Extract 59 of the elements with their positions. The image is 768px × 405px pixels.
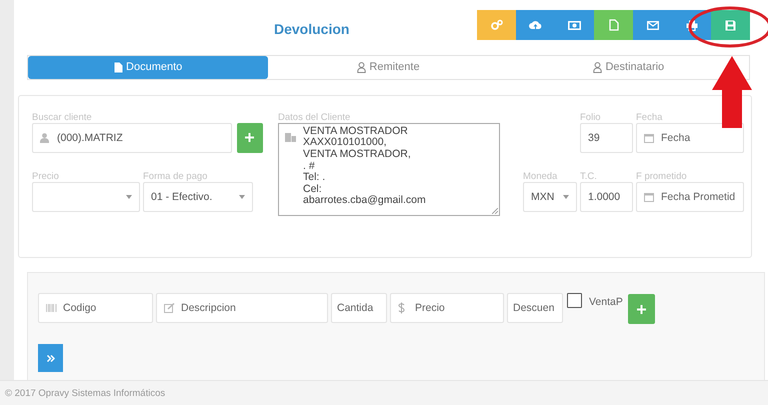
calendar-icon	[644, 192, 654, 202]
client-data-field[interactable]: VENTA MOSTRADOR XAXX010101000, VENTA MOSTRADOR, . # Tel: . Cel: abarrotes.cba@gmail.com	[278, 122, 500, 216]
money-icon	[568, 20, 581, 30]
user-icon	[593, 62, 602, 73]
upload-button[interactable]	[516, 10, 555, 40]
caret-icon	[239, 194, 245, 199]
save-icon	[725, 20, 736, 30]
checkbox-label: VentaP	[589, 296, 623, 308]
caret-icon	[563, 194, 569, 199]
item-field[interactable]: Precio	[390, 293, 504, 324]
cloud-upload-icon	[529, 20, 542, 30]
document-button[interactable]	[594, 10, 633, 40]
file-icon	[114, 62, 124, 73]
money-button[interactable]	[555, 10, 594, 40]
item-field[interactable]: Descripcion	[156, 293, 328, 324]
field-label: Folio	[580, 112, 602, 123]
item-field[interactable]: Codigo	[38, 293, 153, 324]
payment-dropdown[interactable]: 01 - Efectivo.	[143, 182, 253, 212]
plus-icon	[245, 133, 254, 142]
page-title: Devolucion	[274, 21, 350, 39]
field-label: Fecha	[636, 112, 664, 123]
user-icon	[357, 62, 366, 73]
edit-icon	[164, 303, 175, 314]
arrow	[712, 56, 752, 128]
field-label: Moneda	[523, 170, 558, 182]
barcode-icon	[46, 304, 57, 312]
envelope-icon	[646, 20, 658, 30]
add-client-button[interactable]	[236, 122, 263, 153]
field-label: T.C.	[580, 170, 598, 182]
folio-field[interactable]: 39	[580, 122, 633, 153]
building-icon	[285, 132, 296, 142]
field-label: Buscar cliente	[32, 112, 93, 123]
resize-grip-icon	[492, 208, 498, 214]
field-label: F prometido	[636, 170, 688, 182]
settings-button[interactable]	[477, 10, 516, 40]
currency-dropdown[interactable]: MXN	[523, 182, 577, 212]
dollar-icon	[398, 302, 405, 314]
field-label: Forma de pago	[143, 170, 208, 182]
field-label: Precio	[32, 170, 60, 182]
next-button[interactable]	[38, 344, 63, 372]
exchange-rate-field[interactable]: 1.0000	[580, 182, 633, 212]
add-item-button[interactable]	[628, 294, 655, 324]
user-icon	[40, 132, 49, 143]
client-search-field[interactable]: (000).MATRIZ	[32, 122, 232, 153]
item-field[interactable]: Cantida	[331, 293, 387, 324]
double-chevron-icon	[46, 354, 54, 362]
caret-icon	[126, 194, 132, 199]
copyright-text: © 2017 Opravy Sistemas Informáticos	[5, 388, 166, 398]
plus-icon	[636, 304, 646, 314]
field-label: Datos del Cliente	[278, 112, 352, 123]
checkbox[interactable]	[567, 293, 582, 308]
file-icon	[608, 19, 618, 31]
item-field[interactable]: Descuen	[507, 293, 563, 324]
date-field[interactable]: Fecha	[636, 122, 744, 153]
save-button[interactable]	[711, 10, 750, 40]
promised-date-field[interactable]: Fecha Prometid	[636, 182, 744, 212]
email-button[interactable]	[633, 10, 672, 40]
calendar-icon	[644, 132, 654, 143]
gears-icon	[490, 19, 502, 31]
